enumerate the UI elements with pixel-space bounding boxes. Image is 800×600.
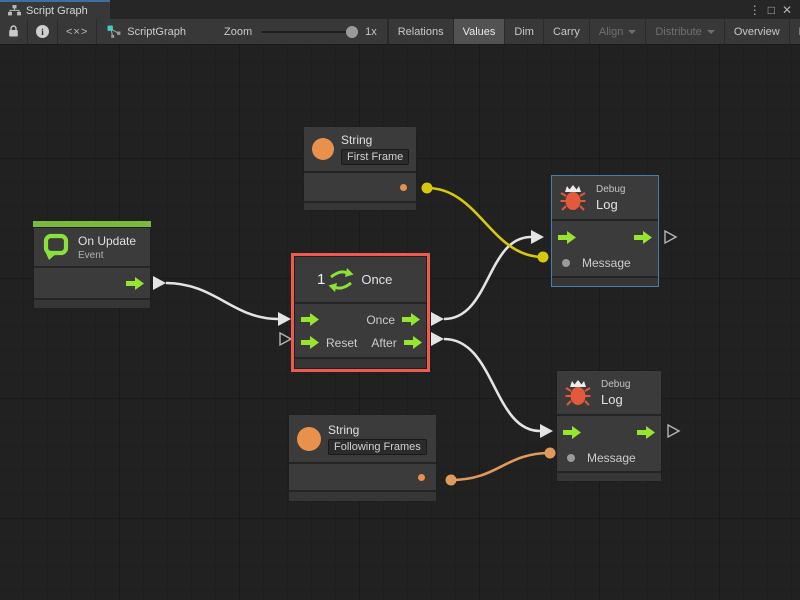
node-header: 1 Once — [295, 257, 426, 304]
flow-out-port-once[interactable] — [402, 313, 420, 326]
flow-out-port[interactable] — [634, 231, 652, 244]
node-footer — [295, 357, 426, 368]
string-literal-icon — [297, 427, 321, 451]
unconnected-port-arrow — [668, 425, 679, 437]
flow-out-port-after[interactable] — [404, 336, 422, 349]
node-string-first-frame[interactable]: String First Frame — [303, 126, 417, 211]
wire-value-firstframe[interactable] — [427, 188, 543, 257]
node-ports: Once Reset After — [295, 304, 426, 354]
value-out-port[interactable] — [418, 474, 425, 481]
string-value-input[interactable]: Following Frames — [328, 439, 427, 455]
node-once[interactable]: 1 Once Once Reset — [294, 256, 427, 369]
wire-arrowhead — [431, 332, 444, 346]
flow-in-port[interactable] — [563, 426, 581, 439]
node-footer — [34, 298, 150, 308]
flow-out-port[interactable] — [126, 277, 144, 290]
node-footer — [289, 490, 436, 501]
node-debug-log-bottom[interactable]: Debug Log Message — [556, 370, 662, 482]
node-on-update[interactable]: On Update Event — [33, 227, 151, 309]
node-footer — [557, 471, 661, 481]
message-in-port[interactable] — [567, 454, 575, 462]
wire-endpoint-dot — [446, 475, 457, 486]
string-value-input[interactable]: First Frame — [341, 149, 409, 165]
wire-flow-onupdate-once[interactable] — [166, 283, 278, 319]
wire-arrowhead — [278, 312, 291, 326]
unity-script-graph-window: Script Graph ⋮ □ ✕ i <×> — [0, 0, 800, 600]
wire-flow-once-debuglog-top[interactable] — [444, 237, 531, 319]
node-header: String Following Frames — [289, 415, 436, 464]
wire-value-followingframes[interactable] — [451, 453, 550, 480]
wire-arrowhead — [431, 312, 444, 326]
node-header: On Update Event — [34, 228, 150, 268]
node-ports: Message — [557, 416, 661, 471]
on-update-loop-icon — [42, 233, 70, 261]
flow-in-port[interactable] — [558, 231, 576, 244]
node-port-row — [34, 268, 150, 298]
node-header: Debug Log — [552, 176, 658, 221]
wire-arrowhead — [531, 230, 544, 244]
wire-arrowhead — [153, 276, 166, 290]
bug-icon — [565, 378, 591, 408]
event-accent-bar — [33, 221, 151, 227]
value-out-port[interactable] — [400, 184, 407, 191]
graph-canvas[interactable]: String First Frame Debug Log — [0, 45, 800, 600]
wire-endpoint-dot — [545, 448, 556, 459]
unconnected-port-arrow — [665, 231, 676, 243]
wire-flow-after-debuglog-bottom[interactable] — [444, 339, 540, 431]
node-string-following-frames[interactable]: String Following Frames — [288, 414, 437, 502]
wire-endpoint-dot — [422, 183, 433, 194]
reset-in-port[interactable] — [301, 336, 319, 349]
once-cycle-icon — [328, 267, 354, 293]
message-in-port[interactable] — [562, 259, 570, 267]
node-port-row — [289, 464, 436, 490]
node-ports: Message — [552, 221, 658, 276]
bug-icon — [560, 183, 586, 213]
node-debug-log-top[interactable]: Debug Log Message — [551, 175, 659, 287]
wire-arrowhead — [540, 424, 553, 438]
unconnected-port-arrow — [280, 333, 291, 345]
node-port-row — [304, 173, 416, 201]
node-header: String First Frame — [304, 127, 416, 173]
flow-out-port[interactable] — [637, 426, 655, 439]
node-header: Debug Log — [557, 371, 661, 416]
node-footer — [304, 201, 416, 210]
wire-endpoint-dot — [538, 252, 549, 263]
flow-in-port[interactable] — [301, 313, 319, 326]
node-footer — [552, 276, 658, 286]
string-literal-icon — [312, 138, 334, 160]
